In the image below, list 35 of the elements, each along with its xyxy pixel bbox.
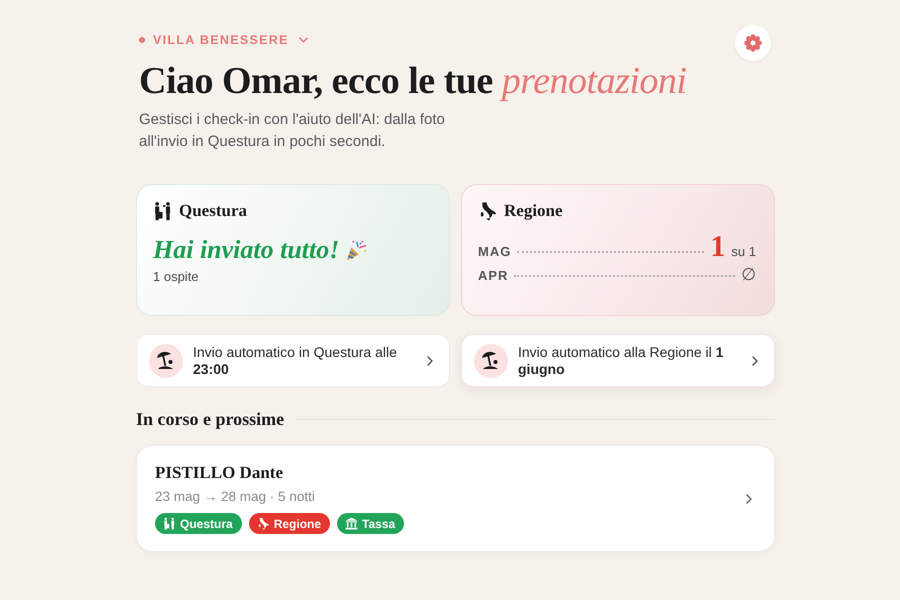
status-tag: Tassa [337, 513, 404, 534]
guest-count: 1 ospite [153, 269, 199, 284]
month-label: APR [478, 268, 508, 283]
success-message: Hai inviato tutto! [153, 235, 340, 265]
empty-sign: ∅ [741, 265, 756, 285]
stay-dates: 23 mag → 28 mag · 5 notti [155, 489, 315, 504]
chevron-down-icon [298, 37, 308, 43]
map-icon [478, 201, 498, 221]
chevron-right-icon [752, 356, 758, 366]
card-title: Questura [179, 201, 247, 221]
chevron-right-icon [746, 494, 752, 504]
page-title: Ciao Omar, ecco le tue prenotazioni [139, 59, 686, 103]
dot-icon [139, 37, 145, 43]
people-suitcase-icon [163, 517, 176, 530]
status-tag: Questura [155, 513, 242, 534]
beach-umbrella-icon [149, 344, 183, 378]
card-title: Regione [504, 201, 563, 221]
booking-card[interactable]: PISTILLO Dante 23 mag → 28 mag · 5 notti Questura Regione Tassa [136, 445, 775, 552]
month-label: MAG [478, 244, 512, 259]
party-popper-icon [345, 239, 368, 261]
auto-send-row[interactable]: Invio automatico alla Regione il 1 giugno [461, 334, 775, 387]
settings-icon [743, 33, 763, 53]
columns-building-icon [345, 517, 358, 530]
status-tag: Regione [248, 513, 330, 534]
guest-name: PISTILLO Dante [155, 463, 283, 483]
section-title: In corso e prossime [136, 408, 284, 431]
people-suitcase-icon [153, 201, 173, 221]
sent-count: 1 [710, 235, 726, 259]
auto-send-row[interactable]: Invio automatico in Questura alle 23:00 [136, 334, 450, 387]
map-icon [256, 517, 270, 530]
total-count: su 1 [731, 244, 756, 259]
settings-button[interactable] [735, 25, 771, 61]
chevron-right-icon [427, 356, 433, 366]
beach-umbrella-icon [474, 344, 508, 378]
page-subtitle: Gestisci i check-in con l'aiuto dell'AI: dalla foto all'invio in Questura in pochi secondi. [139, 110, 446, 152]
